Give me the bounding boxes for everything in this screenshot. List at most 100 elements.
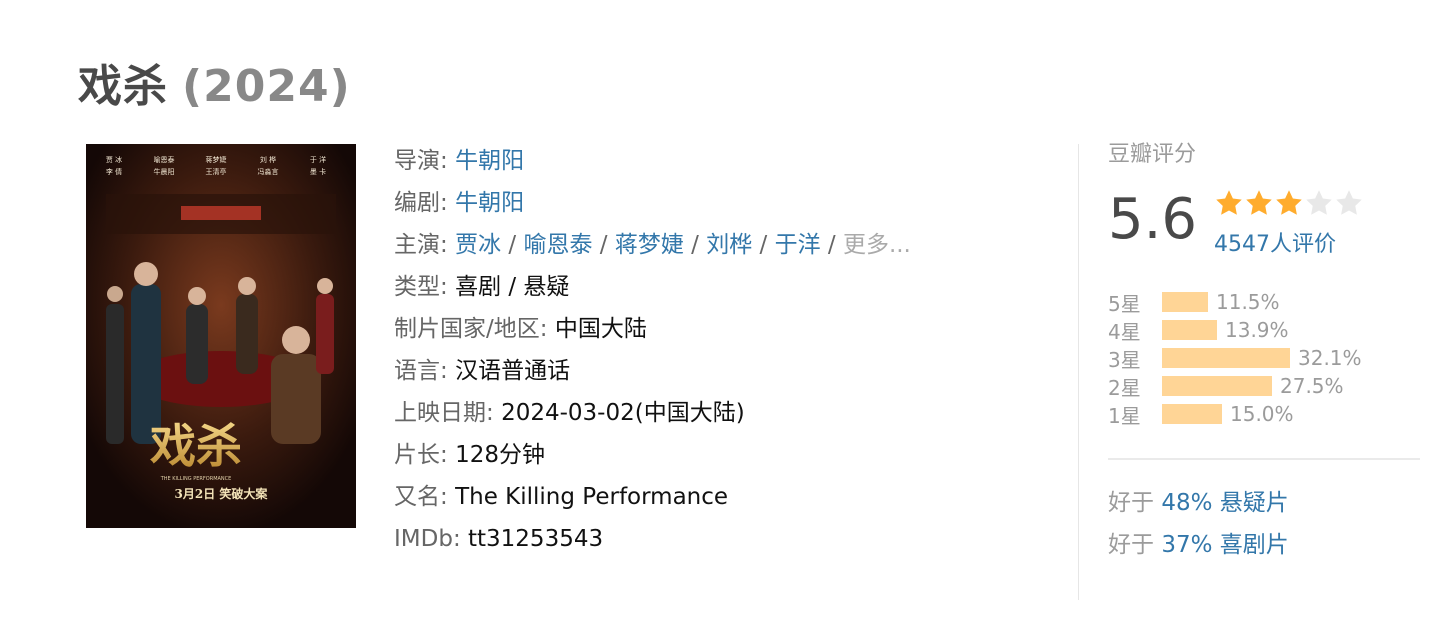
imdb-value[interactable]: tt31253543 (468, 526, 603, 552)
release-label: 上映日期: (394, 400, 494, 426)
movie-poster[interactable]: 贾 冰 喻恩泰 蒋梦婕 刘 桦 于 洋 李 倩 牛晨阳 王清亭 冯淼言 墨 卡 戏杀 THE K… (86, 144, 356, 528)
genre-value: 喜剧 / 悬疑 (455, 274, 570, 300)
separator: / (599, 232, 615, 258)
rating-bar-label: 2星 (1108, 375, 1141, 400)
rating-label: 豆瓣评分 (1108, 142, 1197, 167)
rating-bar (1162, 376, 1272, 396)
rating-bar (1162, 348, 1290, 368)
poster-cast-name: 于 洋 (310, 155, 326, 164)
poster-english-title: THE KILLING PERFORMANCE (160, 476, 232, 482)
language-label: 语言: (394, 358, 448, 384)
better-than-row: 好于 48% 悬疑片 (1108, 482, 1420, 524)
rating-bar-percent: 15.0% (1230, 402, 1294, 426)
poster-release-tagline: 3月2日 笑破大案 (175, 486, 269, 501)
better-than-link[interactable]: 37% 喜剧片 (1161, 532, 1288, 558)
rating-divider (1108, 458, 1420, 460)
star-icon (1246, 190, 1272, 215)
aka-label: 又名: (394, 484, 448, 510)
cast-more-link[interactable]: 更多... (843, 232, 911, 258)
rating-score: 5.6 (1108, 187, 1198, 252)
poster-cast-name: 刘 桦 (260, 155, 276, 164)
poster-cast-name: 李 倩 (106, 167, 122, 176)
star-icon (1336, 190, 1362, 215)
better-than-prefix: 好于 (1108, 532, 1154, 558)
writer-row: 编剧: 牛朝阳 (394, 182, 911, 224)
separator: / (759, 232, 775, 258)
poster-cast-name: 喻恩泰 (154, 155, 175, 164)
writer-label: 编剧: (394, 190, 448, 216)
cast-link[interactable]: 于洋 (775, 232, 821, 258)
movie-title: 戏杀 (78, 61, 168, 112)
rating-bar-percent: 32.1% (1298, 346, 1362, 370)
country-label: 制片国家/地区: (394, 316, 548, 342)
cast-link[interactable]: 刘桦 (706, 232, 752, 258)
cast-link[interactable]: 喻恩泰 (523, 232, 592, 258)
director-label: 导演: (394, 148, 448, 174)
section-divider (1078, 144, 1079, 600)
better-than-row: 好于 37% 喜剧片 (1108, 524, 1420, 566)
star-icon (1276, 190, 1302, 215)
rating-bar-percent: 27.5% (1280, 374, 1344, 398)
language-row: 语言: 汉语普通话 (394, 350, 911, 392)
rating-bar-row: 4星 13.9% (1108, 316, 1420, 344)
poster-cast-name: 蒋梦婕 (206, 155, 227, 164)
poster-cast-name: 墨 卡 (310, 167, 326, 176)
language-value: 汉语普通话 (455, 358, 571, 384)
country-row: 制片国家/地区: 中国大陆 (394, 308, 911, 350)
cast-link[interactable]: 蒋梦婕 (615, 232, 684, 258)
separator: / (691, 232, 707, 258)
rating-bar-row: 3星 32.1% (1108, 344, 1420, 372)
writer-link[interactable]: 牛朝阳 (455, 190, 524, 216)
score-line: 5.6 4547人评价 (1108, 186, 1420, 266)
rating-breakdown: 5星 11.5% 4星 13.9% 3星 32.1% 2星 27.5% 1星 15.0% (1108, 288, 1420, 428)
rating-panel: 豆瓣评分 5.6 4547人评价 5星 11.5% 4星 13.9% 3星 32.1% 2星… (1108, 140, 1420, 566)
better-than-section: 好于 48% 悬疑片 好于 37% 喜剧片 (1108, 482, 1420, 566)
poster-cast-name: 牛晨阳 (154, 167, 175, 176)
page-title: 戏杀 (2024) (78, 50, 351, 114)
genre-row: 类型: 喜剧 / 悬疑 (394, 266, 911, 308)
cast-label: 主演: (394, 232, 448, 258)
rating-bar-percent: 13.9% (1225, 318, 1289, 342)
release-row: 上映日期: 2024-03-02(中国大陆) (394, 392, 911, 434)
rating-bar-percent: 11.5% (1216, 290, 1280, 314)
movie-year: (2024) (182, 61, 351, 112)
movie-info: 导演: 牛朝阳 编剧: 牛朝阳 主演: 贾冰 / 喻恩泰 / 蒋梦婕 / 刘桦 … (394, 140, 911, 560)
runtime-row: 片长: 128分钟 (394, 434, 911, 476)
cast-link[interactable]: 贾冰 (455, 232, 501, 258)
rating-bar-label: 1星 (1108, 403, 1141, 428)
poster-cast-name: 冯淼言 (258, 167, 279, 176)
poster-cast-name: 贾 冰 (106, 155, 122, 164)
better-than-link[interactable]: 48% 悬疑片 (1161, 490, 1288, 516)
rating-bar-row: 5星 11.5% (1108, 288, 1420, 316)
runtime-value: 128分钟 (455, 442, 545, 468)
cast-row: 主演: 贾冰 / 喻恩泰 / 蒋梦婕 / 刘桦 / 于洋 / 更多... (394, 224, 911, 266)
rating-bar (1162, 320, 1217, 340)
poster-logo: 戏杀 (150, 419, 242, 473)
star-icon (1216, 190, 1242, 215)
separator: / (508, 232, 524, 258)
rating-votes-link[interactable]: 4547人评价 (1214, 226, 1336, 258)
rating-stars (1214, 188, 1364, 218)
country-value: 中国大陆 (554, 316, 647, 342)
poster-image: 贾 冰 喻恩泰 蒋梦婕 刘 桦 于 洋 李 倩 牛晨阳 王清亭 冯淼言 墨 卡 戏杀 THE K… (86, 144, 356, 528)
aka-row: 又名: The Killing Performance (394, 476, 911, 518)
separator: / (827, 232, 843, 258)
release-value: 2024-03-02(中国大陆) (501, 400, 745, 426)
aka-value: The Killing Performance (455, 484, 729, 510)
rating-bar-label: 3星 (1108, 347, 1141, 372)
rating-bar (1162, 404, 1222, 424)
better-than-prefix: 好于 (1108, 490, 1154, 516)
director-row: 导演: 牛朝阳 (394, 140, 911, 182)
rating-bar-label: 5星 (1108, 291, 1141, 316)
imdb-label: IMDb: (394, 526, 461, 552)
star-icon (1306, 190, 1332, 215)
poster-cast-name: 王清亭 (206, 167, 227, 176)
rating-bar (1162, 292, 1208, 312)
rating-bar-label: 4星 (1108, 319, 1141, 344)
runtime-label: 片长: (394, 442, 448, 468)
director-link[interactable]: 牛朝阳 (455, 148, 524, 174)
genre-label: 类型: (394, 274, 448, 300)
rating-bar-row: 1星 15.0% (1108, 400, 1420, 428)
imdb-row: IMDb: tt31253543 (394, 518, 911, 560)
rating-bar-row: 2星 27.5% (1108, 372, 1420, 400)
